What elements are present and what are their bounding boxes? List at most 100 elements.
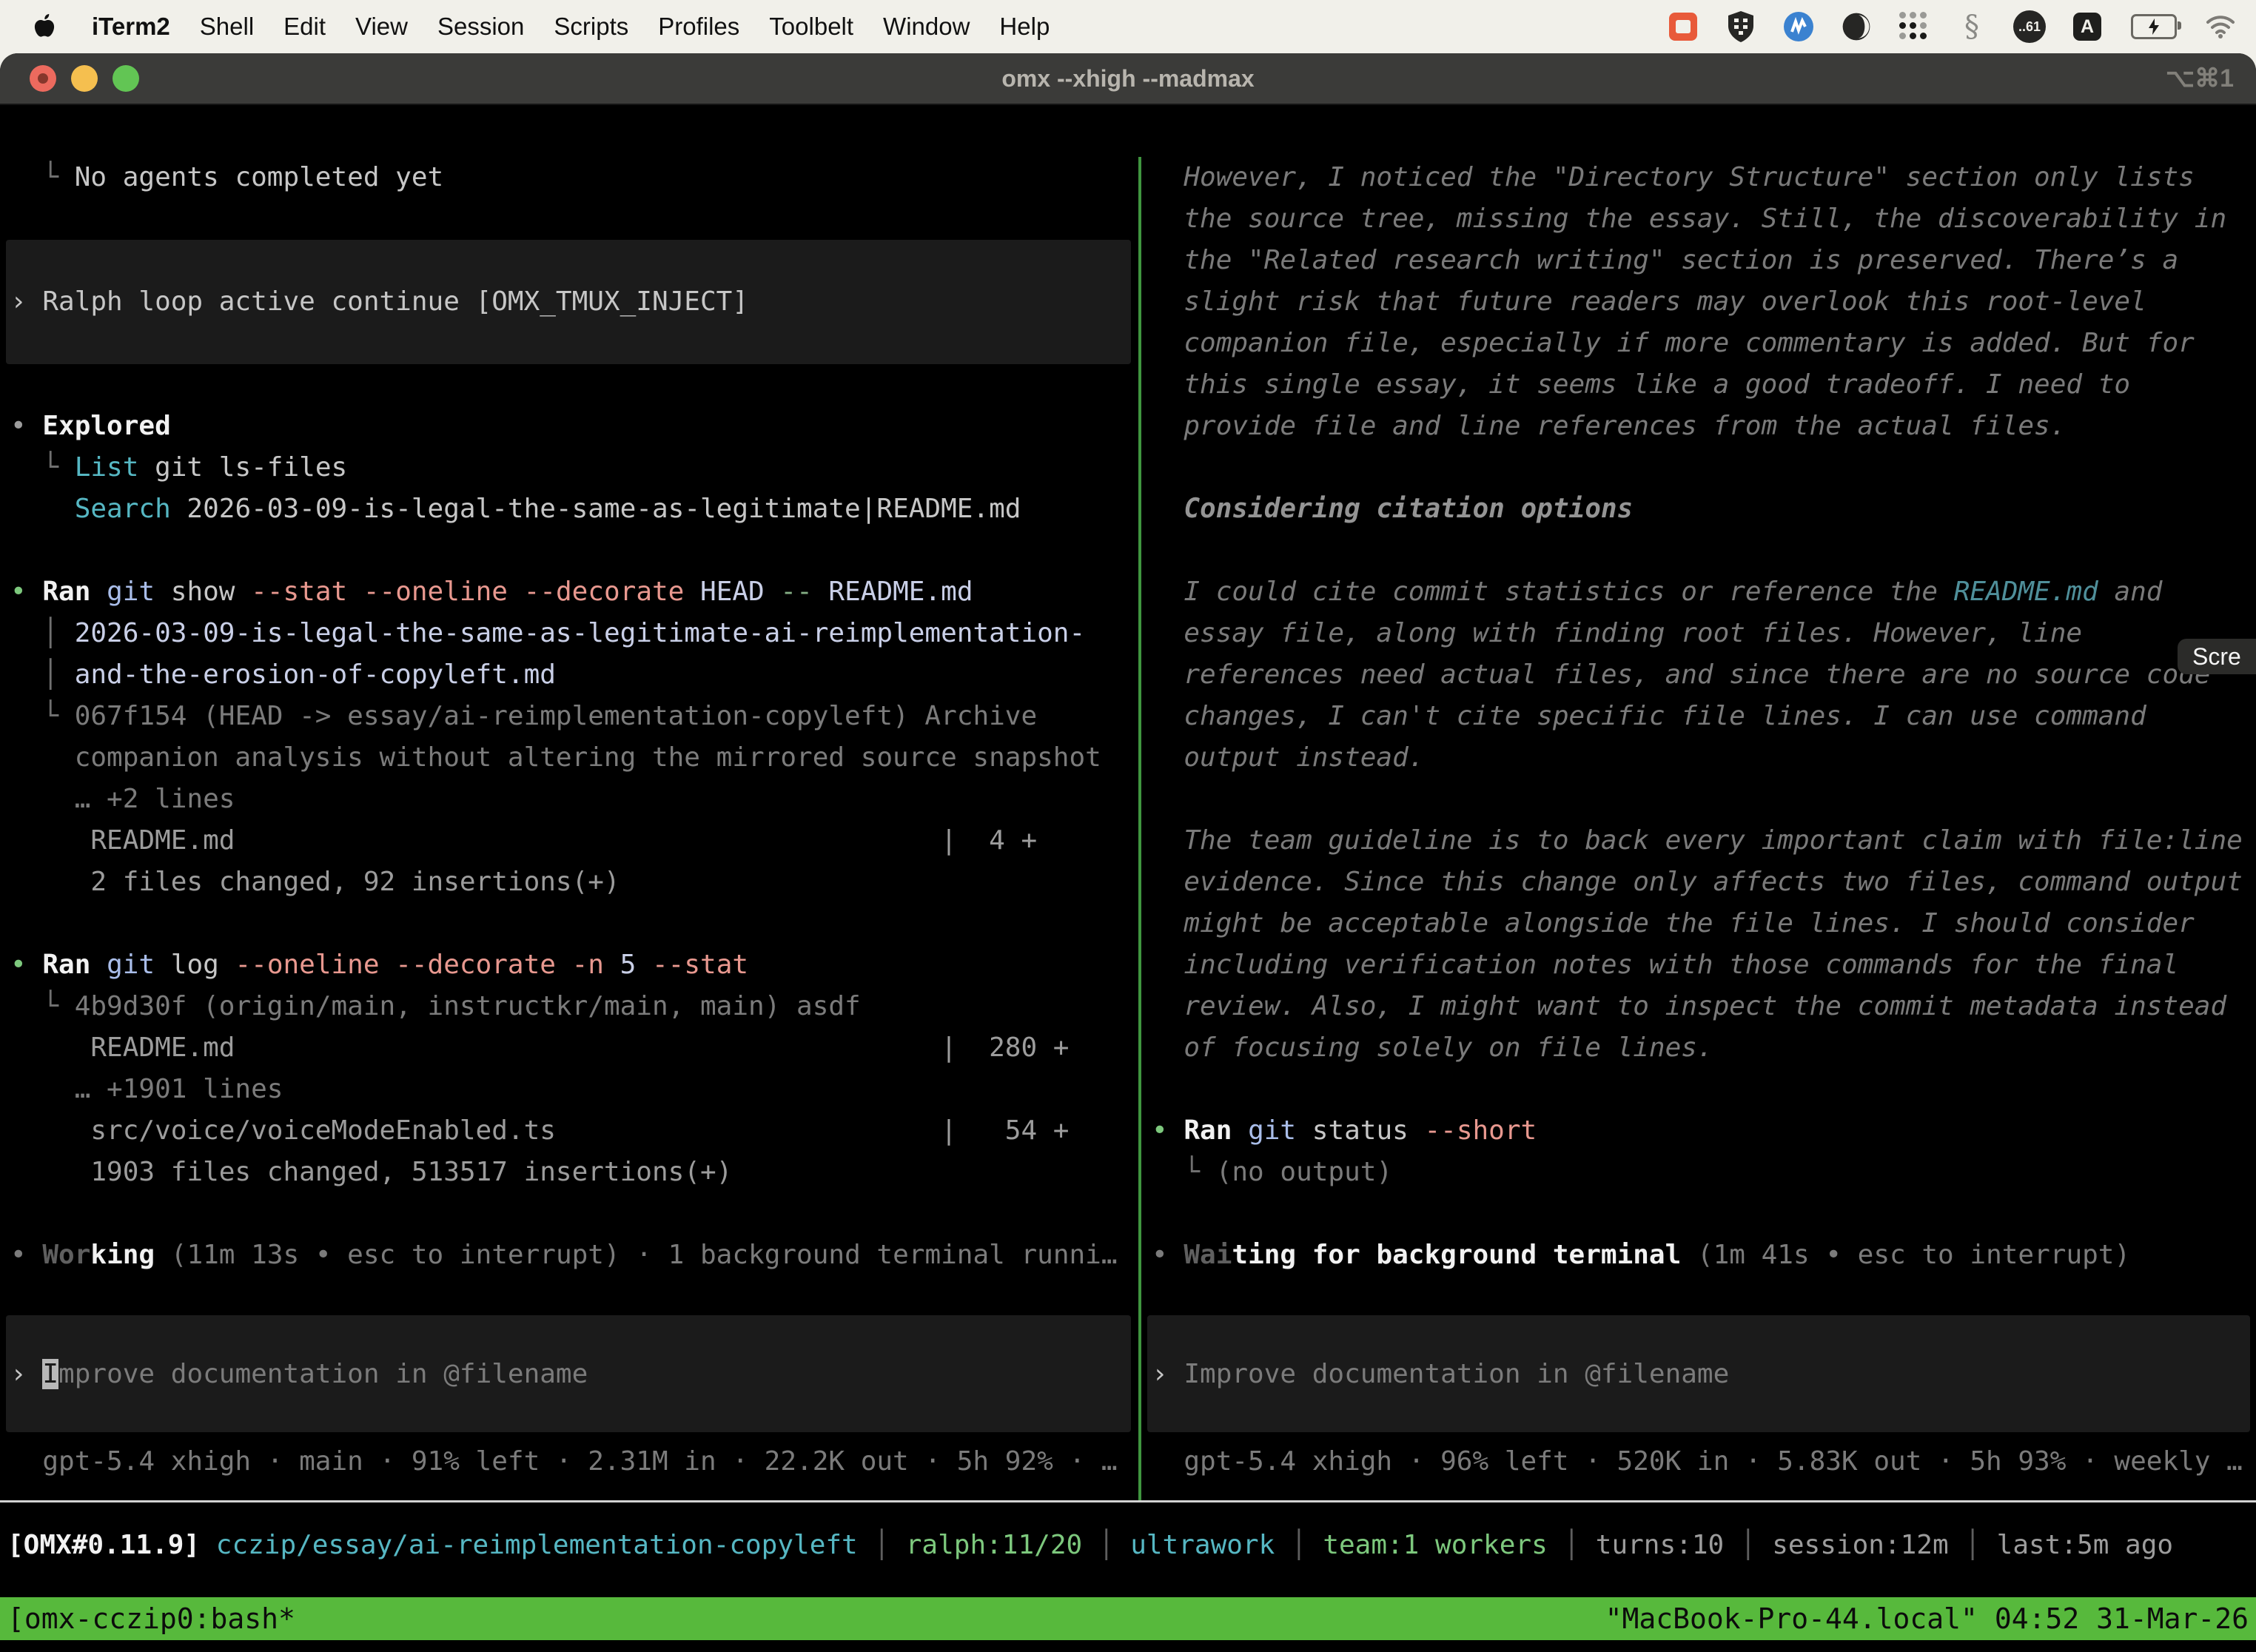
terminal-line: src/voice/voiceModeEnabled.ts | 54 + — [10, 1110, 1138, 1152]
menu-items: iTerm2 Shell Edit View Session Scripts Profil… — [0, 9, 1050, 44]
zoom-button[interactable] — [113, 65, 139, 92]
terminal-line: … +2 lines — [10, 779, 1138, 820]
terminal-line: Search 2026-03-09-is-legal-the-same-as-l… — [10, 488, 1138, 530]
terminal-line: … +1901 lines — [10, 1069, 1138, 1110]
terminal-line: companion file, especially if more comme… — [1152, 323, 2256, 364]
terminal-line: output instead. — [1152, 737, 2256, 779]
terminal-pane-right[interactable]: However, I noticed the "Directory Struct… — [1141, 157, 2256, 1501]
screen: iTerm2 Shell Edit View Session Scripts Profil… — [0, 0, 2256, 1652]
model-status-right: gpt-5.4 xhigh · 96% left · 520K in · 5.8… — [1152, 1441, 2256, 1483]
terminal-line: • Waiting for background terminal (1m 41… — [1152, 1235, 2256, 1276]
horizontal-separator — [0, 1500, 2256, 1502]
terminal-line: references need actual files, and since … — [1152, 654, 2256, 696]
wifi-icon[interactable] — [2203, 9, 2238, 44]
terminal-line: README.md | 280 + — [10, 1027, 1138, 1069]
terminal-line: evidence. Since this change only affects… — [1152, 862, 2256, 903]
window-title: omx --xhigh --madmax — [1001, 65, 1254, 93]
terminal-line: essay file, along with finding root file… — [1152, 613, 2256, 654]
terminal-line — [10, 903, 1138, 944]
pane-divider[interactable] — [1138, 157, 1141, 1501]
screen-sharing-popup[interactable]: Scre — [2178, 639, 2256, 674]
prompt-input-right-text: › Improve documentation in @filename — [1147, 1359, 1729, 1389]
terminal-line: • Ran git status --short — [1152, 1110, 2256, 1152]
macos-menu-bar: iTerm2 Shell Edit View Session Scripts Profil… — [0, 0, 2256, 53]
menu-item[interactable]: View — [355, 13, 408, 41]
terminal-line: However, I noticed the "Directory Struct… — [1152, 157, 2256, 198]
terminal-line: 2 files changed, 92 insertions(+) — [10, 862, 1138, 903]
menu-item[interactable]: Profiles — [658, 13, 739, 41]
keyboard-layout-icon[interactable]: A — [2069, 9, 2105, 44]
menu-item-app-name[interactable]: iTerm2 — [92, 13, 170, 41]
tmux-session-label: [omx-cczip0:bash* — [7, 1602, 295, 1635]
terminal-line: Considering citation options — [1152, 488, 2256, 530]
traffic-lights — [30, 65, 139, 92]
dots-grid-icon[interactable] — [1896, 9, 1932, 44]
terminal-line: │ 2026-03-09-is-legal-the-same-as-legiti… — [10, 613, 1138, 654]
menu-item[interactable]: Session — [437, 13, 524, 41]
menu-item[interactable]: Scripts — [554, 13, 628, 41]
terminal-line: review. Also, I might want to inspect th… — [1152, 986, 2256, 1027]
menu-item[interactable]: Edit — [283, 13, 326, 41]
model-status-left: gpt-5.4 xhigh · main · 91% left · 2.31M … — [10, 1441, 1138, 1483]
menu-item[interactable]: Help — [999, 13, 1050, 41]
squiggle-icon[interactable]: § — [1954, 9, 1990, 44]
window-shortcut-label: ⌥⌘1 — [2166, 64, 2234, 93]
terminal-line — [1152, 779, 2256, 820]
terminal-line: › Ralph loop active continue [OMX_TMUX_I… — [10, 281, 1138, 323]
apple-menu-icon[interactable] — [27, 9, 62, 44]
close-button[interactable] — [30, 65, 56, 92]
tmux-status-bar[interactable]: [omx-cczip0:bash* "MacBook-Pro-44.local"… — [0, 1597, 2256, 1640]
menu-item[interactable]: Toolbelt — [769, 13, 853, 41]
menu-item[interactable]: Shell — [200, 13, 254, 41]
terminal-line: └ No agents completed yet — [10, 157, 1138, 198]
count-badge-icon[interactable]: ..61 — [2012, 9, 2047, 44]
terminal-line: this single essay, it seems like a good … — [1152, 364, 2256, 406]
terminal-line: I could cite commit statistics or refere… — [1152, 571, 2256, 613]
terminal-line — [10, 364, 1138, 406]
terminal-line: • Working (11m 13s • esc to interrupt) ·… — [10, 1235, 1138, 1276]
terminal-line — [10, 530, 1138, 571]
menu-item[interactable]: Window — [883, 13, 970, 41]
prompt-input-right[interactable]: › Improve documentation in @filename — [1147, 1315, 2250, 1432]
terminal-line — [10, 240, 1138, 281]
terminal-line: provide file and line references from th… — [1152, 406, 2256, 447]
terminal-line: the "Related research writing" section i… — [1152, 240, 2256, 281]
terminal-line: including verification notes with those … — [1152, 944, 2256, 986]
terminal-line: The team guideline is to back every impo… — [1152, 820, 2256, 862]
crescent-app-icon[interactable] — [1839, 9, 1874, 44]
terminal-line: • Ran git show --stat --oneline --decora… — [10, 571, 1138, 613]
window-title-bar[interactable]: omx --xhigh --madmax ⌥⌘1 — [0, 53, 2256, 105]
terminal-line: of focusing solely on file lines. — [1152, 1027, 2256, 1069]
prompt-input-left[interactable]: › Improve documentation in @filename — [6, 1315, 1131, 1432]
terminal-line: README.md | 4 + — [10, 820, 1138, 862]
terminal-line — [1152, 530, 2256, 571]
terminal-pane-left[interactable]: └ No agents completed yet › Ralph loop ac… — [0, 157, 1138, 1501]
shield-icon[interactable] — [1723, 9, 1759, 44]
terminal-line: └ List git ls-files — [10, 447, 1138, 488]
omx-status-line: [OMX#0.11.9] cczip/essay/ai-reimplementa… — [7, 1525, 2173, 1566]
terminal-line: • Explored — [10, 406, 1138, 447]
terminal-line — [10, 323, 1138, 364]
prompt-input-left-text: › Improve documentation in @filename — [6, 1359, 588, 1389]
terminal-line: changes, I can't cite specific file line… — [1152, 696, 2256, 737]
terminal-line: • Ran git log --oneline --decorate -n 5 … — [10, 944, 1138, 986]
terminal-line: └ 067f154 (HEAD -> essay/ai-reimplementa… — [10, 696, 1138, 737]
terminal-line: └ 4b9d30f (origin/main, instructkr/main,… — [10, 986, 1138, 1027]
menu-bar-status-icons: § ..61 A — [1665, 9, 2256, 44]
tmux-host-clock-label: "MacBook-Pro-44.local" 04:52 31-Mar-26 — [1605, 1602, 2249, 1635]
terminal-line: might be acceptable alongside the file l… — [1152, 903, 2256, 944]
terminal-line — [10, 198, 1138, 240]
left-pane-lines: └ No agents completed yet › Ralph loop ac… — [10, 157, 1138, 1276]
terminal-line — [1152, 1193, 2256, 1235]
terminal-line: slight risk that future readers may over… — [1152, 281, 2256, 323]
iterm2-window: omx --xhigh --madmax ⌥⌘1 └ No agents com… — [0, 53, 2256, 1652]
bolt-app-icon[interactable] — [1781, 9, 1816, 44]
terminal-line — [1152, 447, 2256, 488]
terminal-line — [10, 1193, 1138, 1235]
battery-icon[interactable] — [2127, 9, 2181, 44]
chat-app-icon[interactable] — [1665, 9, 1701, 44]
screen-sharing-popup-label: Scre — [2192, 643, 2241, 671]
minimize-button[interactable] — [71, 65, 98, 92]
terminal-line: └ (no output) — [1152, 1152, 2256, 1193]
terminal-line: the source tree, missing the essay. Stil… — [1152, 198, 2256, 240]
